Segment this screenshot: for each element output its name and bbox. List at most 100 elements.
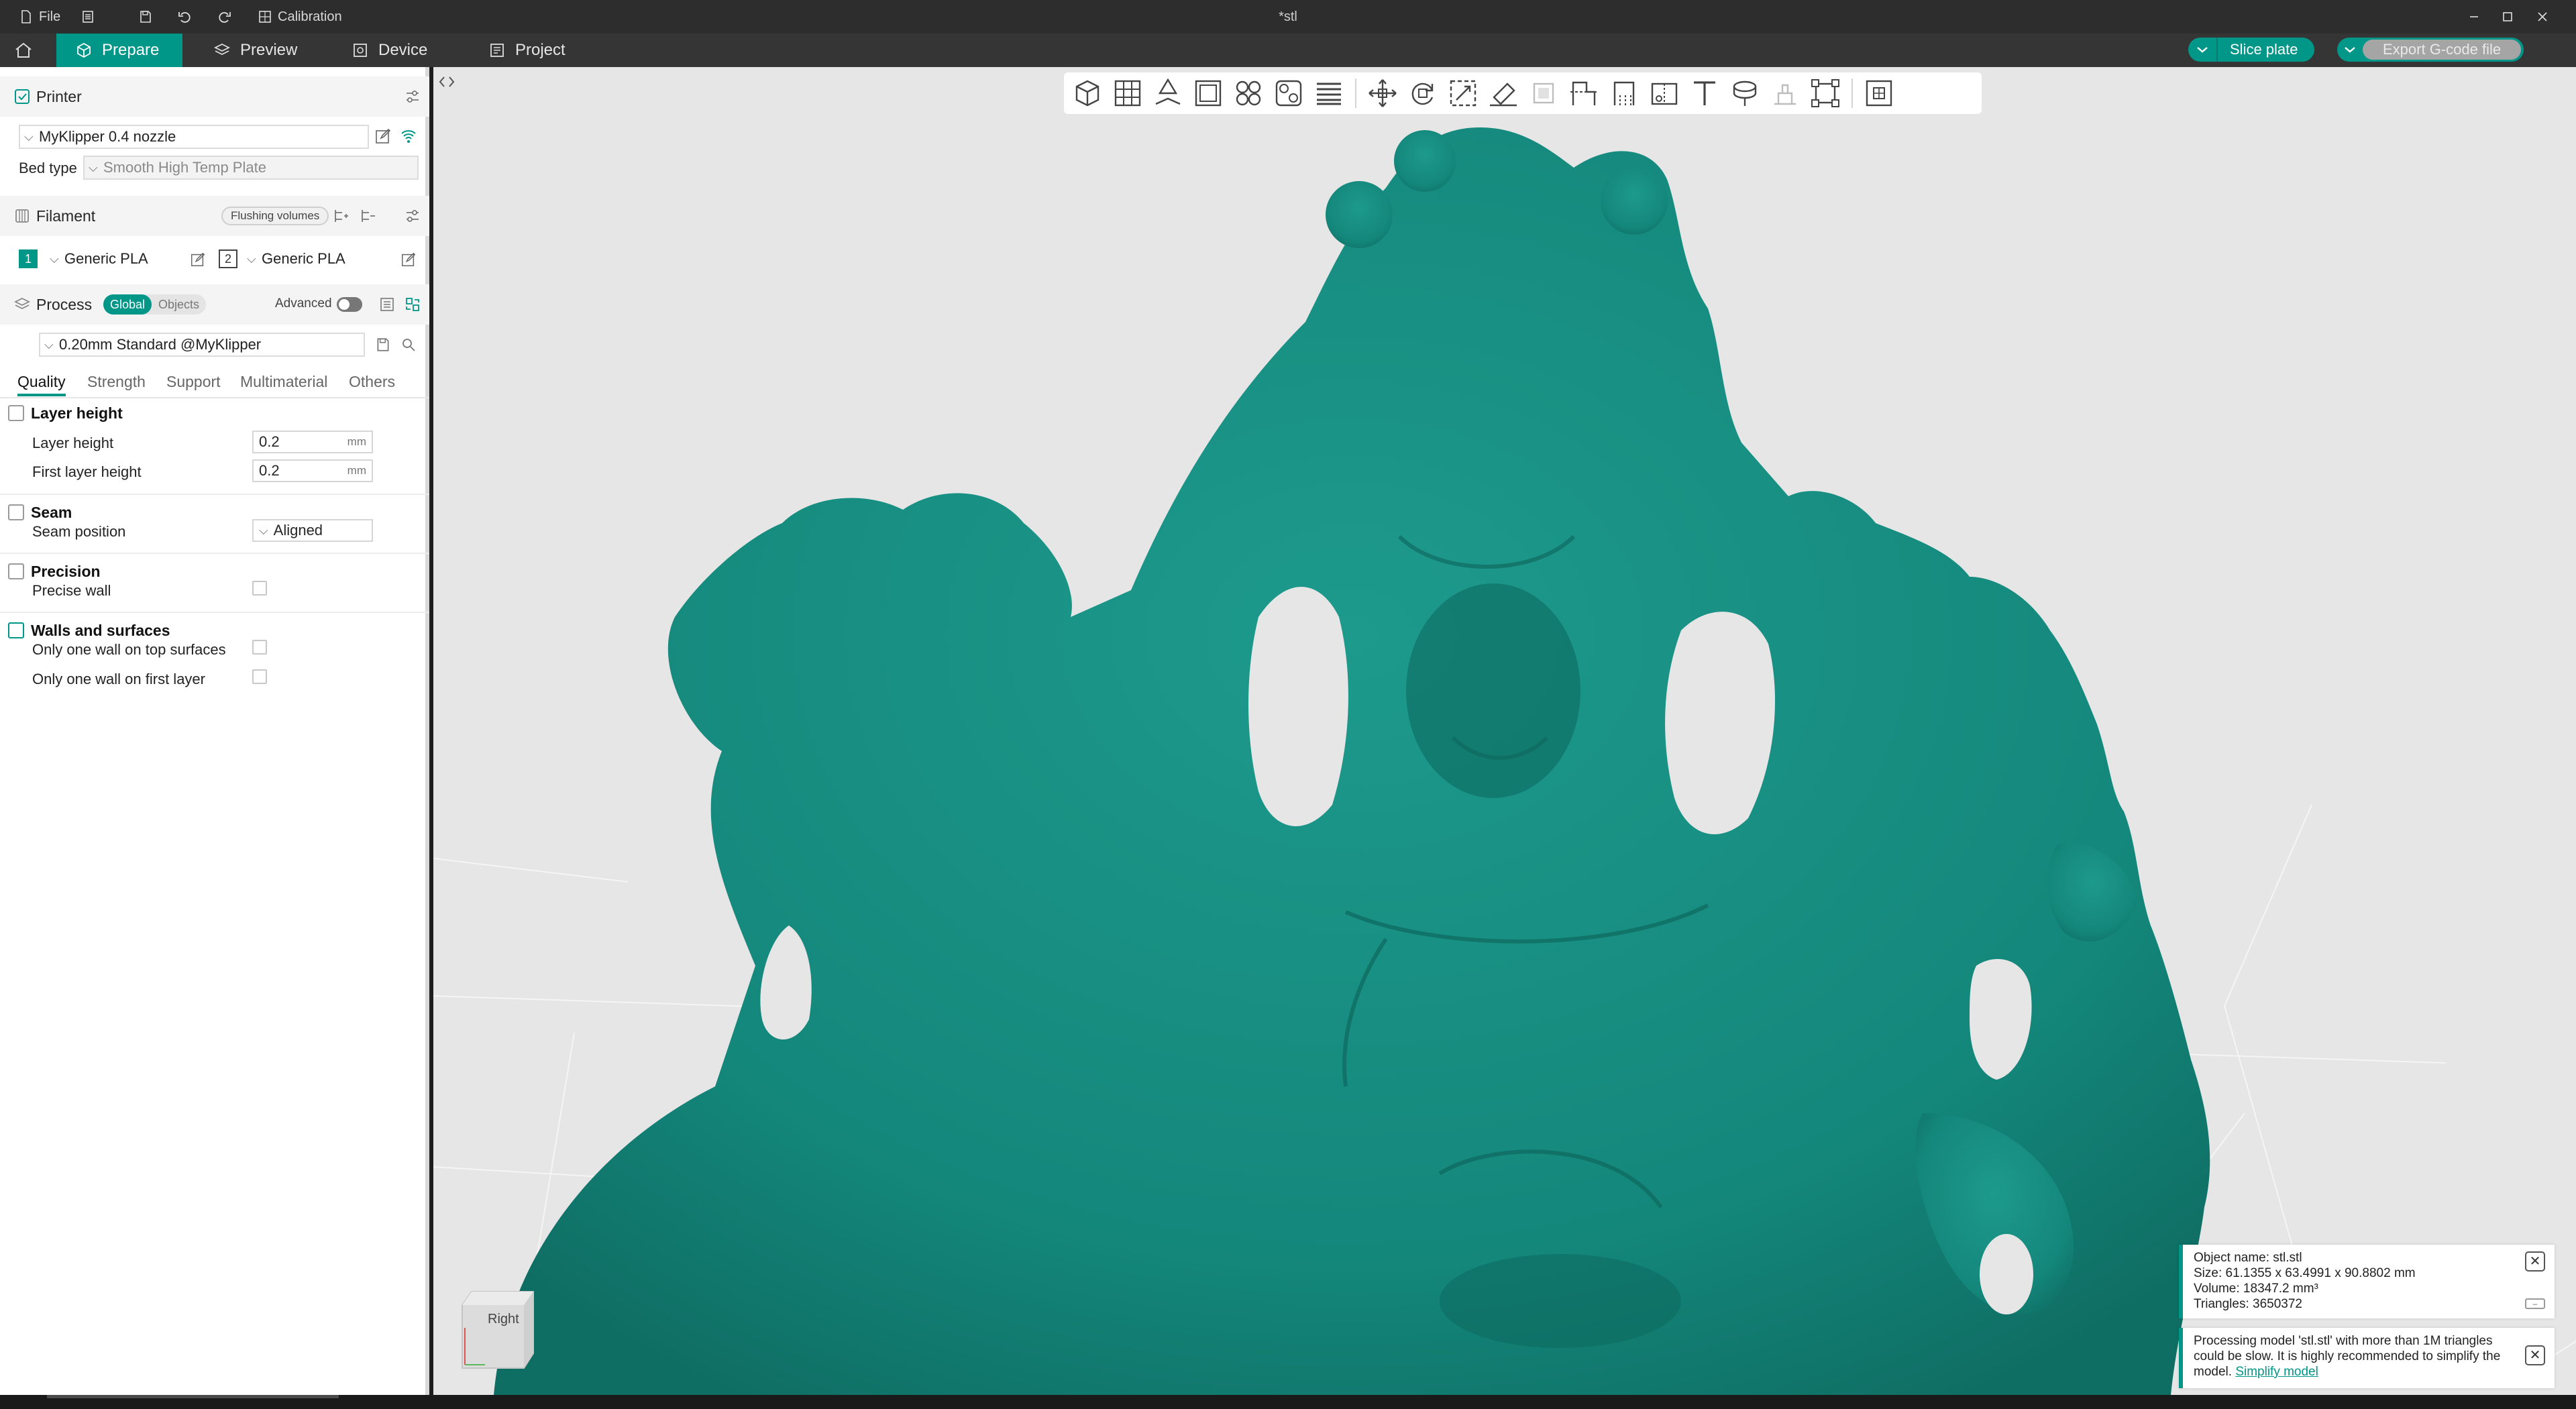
seam-position-label: Seam position: [32, 523, 126, 540]
horizontal-scrollbar[interactable]: [47, 1395, 339, 1398]
mesh-boolean-icon[interactable]: [1806, 74, 1845, 113]
tab-device[interactable]: Device: [333, 34, 446, 67]
fuzzy-skin-icon[interactable]: [1524, 74, 1563, 113]
export-gcode-button[interactable]: Export G-code file: [2337, 38, 2524, 62]
filament-settings-icon[interactable]: [402, 206, 423, 226]
assembly-icon[interactable]: [1766, 74, 1805, 113]
view-cube[interactable]: Right: [458, 1281, 539, 1375]
support-paint-icon[interactable]: [1605, 74, 1644, 113]
objects-option[interactable]: Objects: [152, 298, 206, 312]
export-dropdown[interactable]: [2337, 38, 2363, 62]
seam-paint-icon[interactable]: [1645, 74, 1684, 113]
printer-select[interactable]: ⌵ MyKlipper 0.4 nozzle: [19, 125, 369, 149]
filament-1-name: Generic PLA: [64, 250, 148, 267]
bed-type-label: Bed type: [19, 160, 77, 176]
close-icon: ✕: [2529, 1347, 2541, 1363]
filament-icon: [13, 207, 31, 225]
filament-2-select[interactable]: ⌵ Generic PLA: [241, 247, 396, 271]
arrange-plate-icon[interactable]: [1189, 74, 1228, 113]
export-gcode-label: Export G-code file: [2363, 40, 2522, 60]
tab-support[interactable]: Support: [166, 373, 221, 391]
tab-device-label: Device: [378, 41, 428, 59]
minimize-button[interactable]: [2461, 5, 2487, 28]
auto-orient-icon[interactable]: [1148, 74, 1187, 113]
brim-ears-icon[interactable]: [1860, 74, 1898, 113]
printer-settings-icon[interactable]: [402, 87, 423, 107]
remove-filament-icon[interactable]: [357, 206, 377, 226]
scale-icon[interactable]: [1444, 74, 1483, 113]
bed-type-select[interactable]: ⌵ Smooth High Temp Plate: [83, 156, 419, 180]
model-render[interactable]: [433, 67, 2576, 1395]
layer-height-unit: mm: [347, 435, 366, 448]
tab-preview-label: Preview: [240, 41, 298, 59]
home-button[interactable]: [12, 40, 35, 60]
slice-dropdown[interactable]: [2188, 38, 2218, 62]
tab-multimaterial[interactable]: Multimaterial: [240, 373, 327, 391]
text-icon[interactable]: [1685, 74, 1724, 113]
one-wall-first-checkbox[interactable]: [252, 669, 267, 684]
lay-on-face-icon[interactable]: [1484, 74, 1523, 113]
layer-height-value: 0.2: [259, 433, 280, 450]
filament-1-select[interactable]: ⌵ Generic PLA: [44, 247, 184, 271]
walls-group: Walls and surfaces: [8, 618, 170, 642]
process-section-header: Process Global Objects Advanced: [0, 284, 429, 325]
tab-strength[interactable]: Strength: [87, 373, 146, 391]
close-button[interactable]: [2529, 5, 2556, 28]
edit-printer-icon[interactable]: [373, 126, 393, 146]
rotate-icon[interactable]: [1403, 74, 1442, 113]
process-settings-icon[interactable]: [402, 294, 423, 315]
collapse-sidebar-button[interactable]: [435, 70, 459, 94]
seam-position-select[interactable]: ⌵ Aligned: [252, 519, 373, 542]
one-wall-top-checkbox[interactable]: [252, 640, 267, 655]
settings-sidebar: Printer ⌵ MyKlipper 0.4 nozzle Bed type …: [0, 67, 429, 1395]
add-object-icon[interactable]: [1068, 74, 1107, 113]
edit-filament-1-icon[interactable]: [188, 249, 208, 270]
tab-quality[interactable]: Quality: [17, 373, 66, 396]
process-compare-icon[interactable]: [377, 294, 397, 315]
measure-icon[interactable]: [1725, 74, 1764, 113]
tab-prepare[interactable]: Prepare: [56, 34, 182, 67]
chevron-down-icon: ⌵: [24, 129, 34, 144]
search-icon[interactable]: [398, 335, 419, 355]
tab-project[interactable]: Project: [470, 34, 584, 67]
add-plate-icon[interactable]: [1108, 74, 1147, 113]
flushing-volumes-button[interactable]: Flushing volumes: [221, 207, 329, 225]
filament-2-swatch[interactable]: 2: [219, 249, 237, 268]
walls-group-title: Walls and surfaces: [31, 621, 170, 639]
tab-preview[interactable]: Preview: [195, 34, 316, 67]
tab-others[interactable]: Others: [349, 373, 395, 391]
chevron-down-icon: [2197, 47, 2208, 53]
filament-title: Filament: [36, 207, 96, 225]
wifi-icon[interactable]: [398, 126, 419, 146]
save-preset-icon[interactable]: [373, 335, 393, 355]
variable-layer-height-icon[interactable]: [1309, 74, 1348, 113]
layer-height-input[interactable]: 0.2 mm: [252, 431, 373, 453]
cut-icon[interactable]: [1564, 74, 1603, 113]
3d-viewport[interactable]: [433, 67, 2576, 1395]
process-scope-switch[interactable]: Global Objects: [103, 294, 207, 315]
add-filament-icon[interactable]: [330, 206, 350, 226]
close-warning-button[interactable]: ✕: [2525, 1345, 2545, 1365]
filament-1-swatch[interactable]: 1: [19, 249, 38, 268]
walls-icon: [8, 622, 24, 638]
slice-plate-button[interactable]: Slice plate: [2188, 38, 2314, 62]
split-objects-icon[interactable]: [1229, 74, 1268, 113]
maximize-button[interactable]: [2494, 5, 2521, 28]
minimize-info-button[interactable]: –: [2525, 1298, 2545, 1309]
move-icon[interactable]: [1363, 74, 1402, 113]
chevron-down-icon: ⌵: [89, 160, 98, 174]
global-option[interactable]: Global: [103, 294, 152, 315]
divider: [0, 553, 429, 554]
edit-filament-2-icon[interactable]: [398, 249, 419, 270]
simplify-model-link[interactable]: Simplify model: [2235, 1365, 2318, 1379]
process-preset-select[interactable]: ⌵ 0.20mm Standard @MyKlipper: [39, 333, 365, 357]
split-parts-icon[interactable]: [1269, 74, 1308, 113]
device-icon: [354, 44, 367, 57]
view-cube-face-label: Right: [488, 1312, 519, 1327]
first-layer-height-input[interactable]: 0.2 mm: [252, 459, 373, 482]
precise-wall-checkbox[interactable]: [252, 581, 267, 596]
layer-height-label: Layer height: [32, 435, 114, 451]
advanced-toggle[interactable]: [337, 297, 362, 312]
close-info-button[interactable]: ✕: [2525, 1251, 2545, 1272]
toolbar-separator: [1851, 78, 1853, 108]
